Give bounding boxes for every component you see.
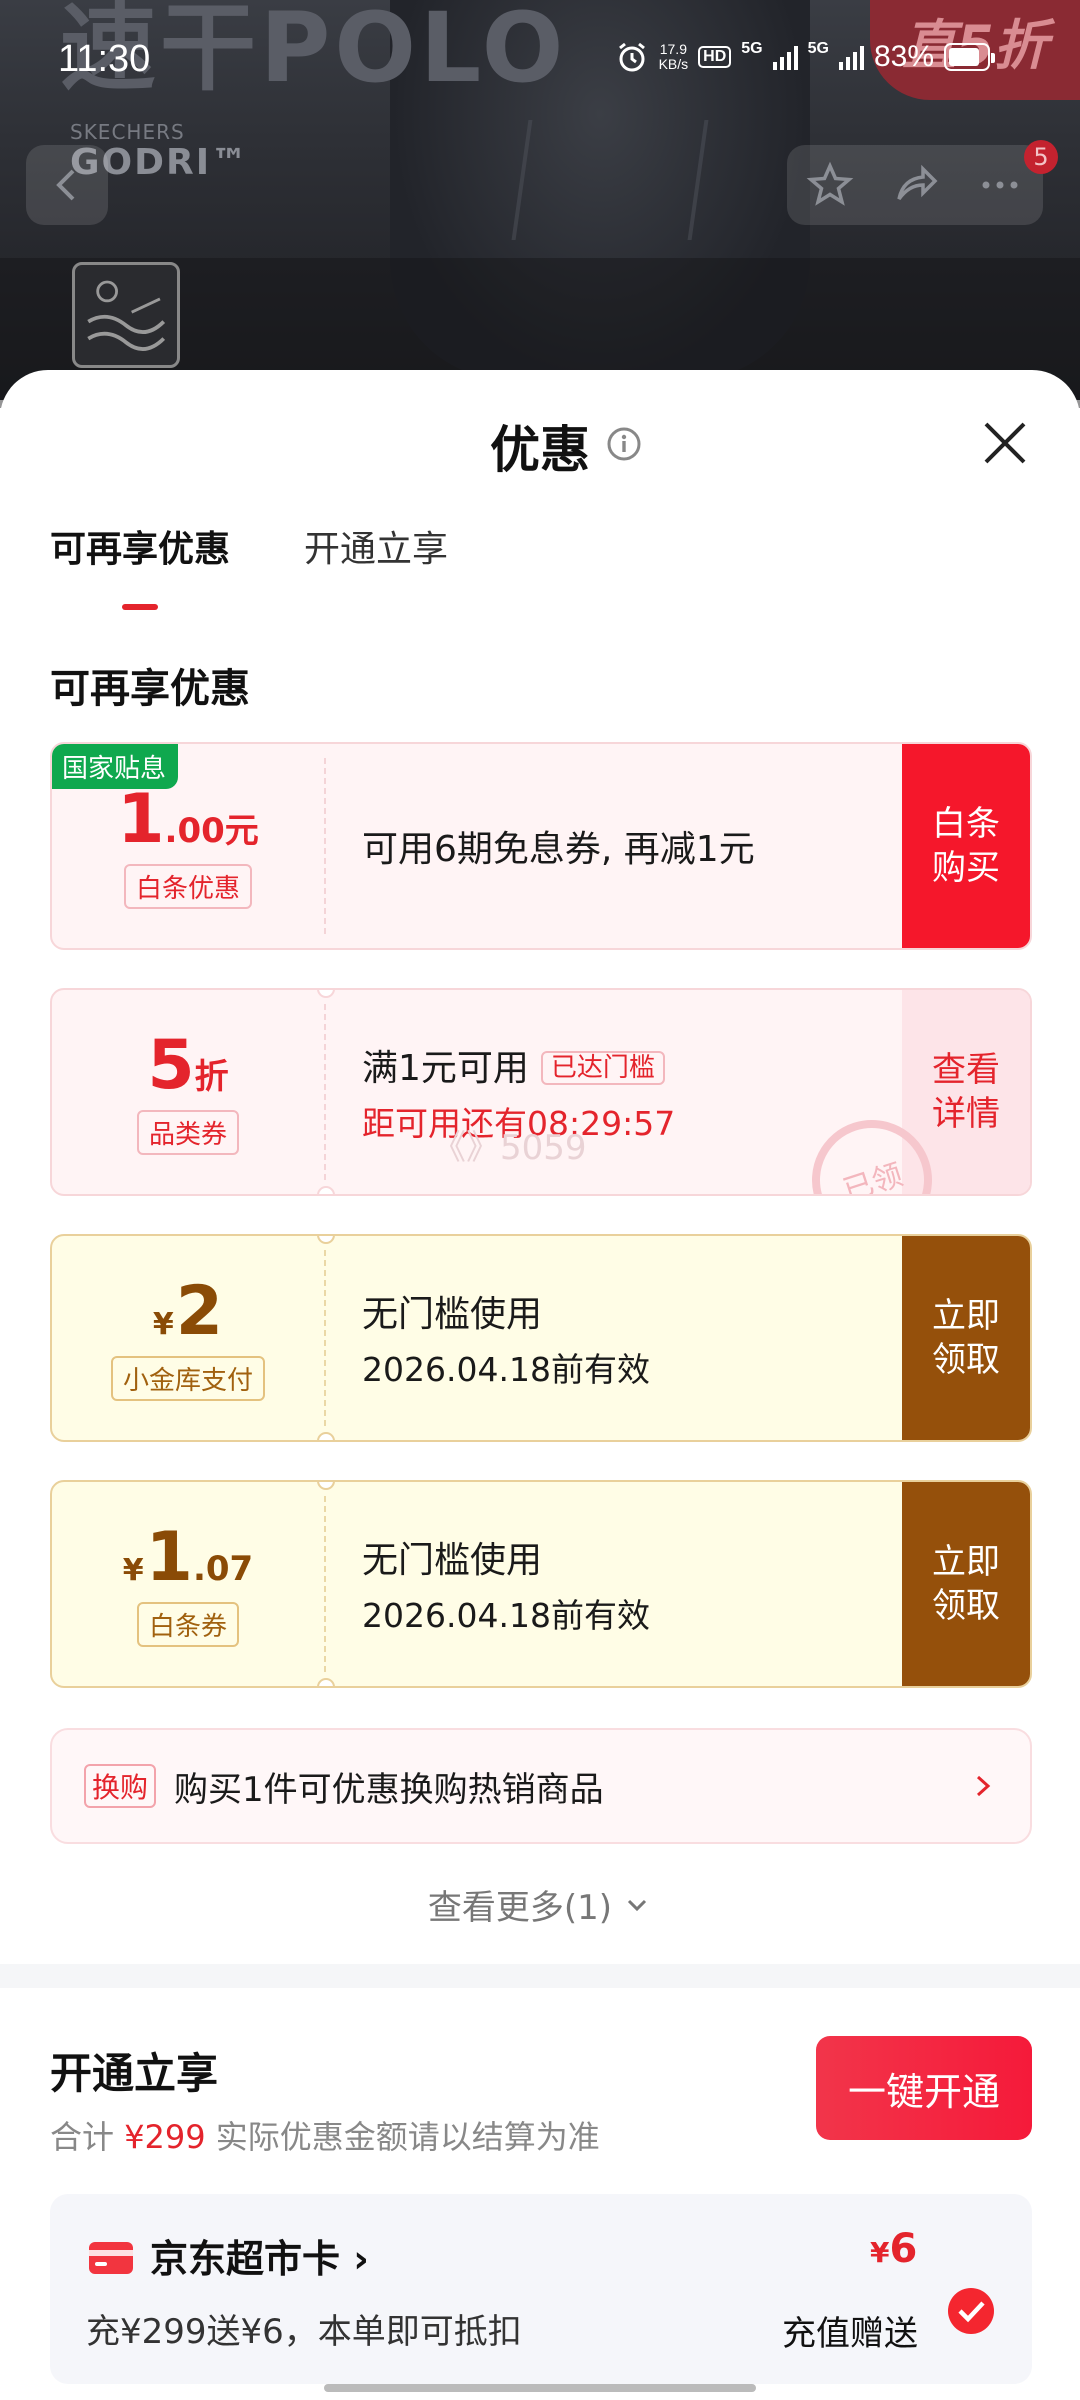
status-bar: 11:30 17.9 KB/s HD 5G 5G 83%: [0, 0, 1080, 120]
currency-symbol: ¥: [152, 1306, 174, 1342]
coupon-expiry: 2026.04.18前有效: [362, 1350, 650, 1389]
favorite-star-icon[interactable]: [804, 159, 856, 211]
close-icon[interactable]: [978, 416, 1032, 470]
battery-icon: [944, 43, 995, 71]
one-click-open-button[interactable]: 一键开通: [816, 2036, 1032, 2140]
coupon-description: 无门槛使用: [362, 1540, 543, 1581]
coupon-type-tag: 白条优惠: [123, 863, 252, 909]
card-icon: [89, 2242, 133, 2274]
coupon-description: 可用6期免息券, 再减1元: [362, 829, 755, 870]
status-time: 11:30: [58, 38, 151, 80]
coupon-value: 5折 品类券: [52, 990, 324, 1194]
net-speed: 17.9 KB/s: [658, 41, 689, 72]
coupon-type-tag: 小金库支付: [110, 1355, 265, 1401]
view-more-button[interactable]: 查看更多(1): [0, 1880, 1080, 1929]
coupon-expiry: 2026.04.18前有效: [362, 1596, 650, 1635]
more-dots-icon[interactable]: [974, 159, 1026, 211]
claim-now-button[interactable]: 立即 领取: [902, 1482, 1030, 1686]
back-button[interactable]: [26, 145, 108, 225]
coupon-type-tag: 品类券: [136, 1109, 239, 1155]
brand-line: SKECHERS: [70, 120, 185, 144]
threshold-reached-tag: 已达门槛: [540, 1051, 665, 1085]
info-icon[interactable]: [606, 426, 642, 462]
total-price: ¥299: [124, 2118, 206, 2156]
swap-text: 购买1件可优惠换购热销商品: [174, 1769, 604, 1810]
message-count-badge: 5: [1024, 140, 1058, 174]
swap-purchase-row[interactable]: 换购 购买1件可优惠换购热销商品: [50, 1728, 1032, 1844]
section-divider: [0, 1964, 1080, 1988]
card-description: 充¥299送¥6，本单即可抵扣: [86, 2312, 522, 2352]
coupon-description: 满1元可用: [362, 1048, 529, 1089]
sheet-title: 优惠: [490, 421, 590, 479]
coupon-amount: 1: [145, 1517, 193, 1597]
view-more-label: 查看更多(1): [427, 1888, 613, 1928]
coupon-amount: 1: [117, 779, 165, 859]
section-title: 可再享优惠: [50, 666, 250, 712]
share-icon[interactable]: [889, 159, 941, 211]
signal-label-2: 5G: [807, 40, 829, 57]
header-actions: [787, 145, 1043, 225]
back-arrow-icon: [56, 169, 75, 201]
coupon-card-xiaojinku[interactable]: ¥2 小金库支付 无门槛使用 2026.04.18前有效 立即 领取: [50, 1234, 1032, 1442]
supermarket-card-row[interactable]: 京东超市卡 › 充¥299送¥6，本单即可抵扣 ¥6 充值赠送: [50, 2194, 1032, 2384]
coupon-amount-unit: 折: [194, 1056, 229, 1097]
tab-available-discounts[interactable]: 可再享优惠: [50, 520, 230, 610]
coupon-card-baitiao[interactable]: 国家贴息 1.00元 白条优惠 可用6期免息券, 再减1元 白条 购买: [50, 742, 1032, 950]
open-section-title: 开通立享: [50, 2049, 219, 2098]
coupon-card-baitiao-voucher[interactable]: ¥1.07 白条券 无门槛使用 2026.04.18前有效 立即 领取: [50, 1480, 1032, 1688]
coupon-amount-decimal: .07: [192, 1548, 254, 1589]
subsidy-badge: 国家贴息: [52, 744, 179, 789]
chevron-down-icon: [628, 1899, 647, 1911]
tab-open-and-enjoy[interactable]: 开通立享: [304, 520, 448, 572]
watermark: 《》5059: [432, 1128, 587, 1168]
product-image-collar: [511, 120, 709, 240]
coupon-description: 无门槛使用: [362, 1294, 543, 1335]
quick-dry-feature-icon: [72, 262, 180, 368]
hd-icon: HD: [698, 46, 732, 68]
coupon-card-category[interactable]: 5折 品类券 满1元可用 已达门槛 距可用还有08:29:57 查看 详情 《》50…: [50, 988, 1032, 1196]
coupon-value: ¥1.07 白条券: [52, 1482, 324, 1686]
coupon-type-tag: 白条券: [136, 1601, 239, 1647]
currency-symbol: ¥: [122, 1552, 144, 1588]
open-section-summary: 合计 ¥299 实际优惠金额请以结算为准: [50, 2118, 600, 2156]
chevron-right-icon: ›: [353, 2237, 369, 2281]
home-indicator[interactable]: [324, 2384, 756, 2392]
chevron-right-icon: [976, 1775, 991, 1797]
gift-amount: ¥6: [870, 2226, 918, 2272]
swap-tag: 换购: [84, 1764, 157, 1808]
tab-bar: 可再享优惠 开通立享: [50, 520, 448, 610]
coupon-amount-unit: .00元: [164, 810, 259, 851]
gift-label: 充值赠送: [782, 2314, 918, 2354]
signal-icon: [772, 44, 798, 70]
claim-now-button[interactable]: 立即 领取: [902, 1236, 1030, 1440]
coupon-amount: 5: [147, 1025, 195, 1105]
baitiao-buy-button[interactable]: 白条 购买: [902, 744, 1030, 948]
coupon-amount: 2: [175, 1271, 224, 1351]
signal-label: 5G: [741, 40, 763, 57]
coupon-value: ¥2 小金库支付: [52, 1236, 324, 1440]
card-name[interactable]: 京东超市卡 ›: [150, 2228, 369, 2283]
checked-circle-icon[interactable]: [946, 2286, 996, 2336]
alarm-icon: [618, 42, 645, 72]
status-icons: 17.9 KB/s HD 5G 5G 83%: [615, 40, 995, 74]
signal-icon-2: [838, 44, 864, 70]
battery-percent: 83%: [873, 40, 934, 73]
